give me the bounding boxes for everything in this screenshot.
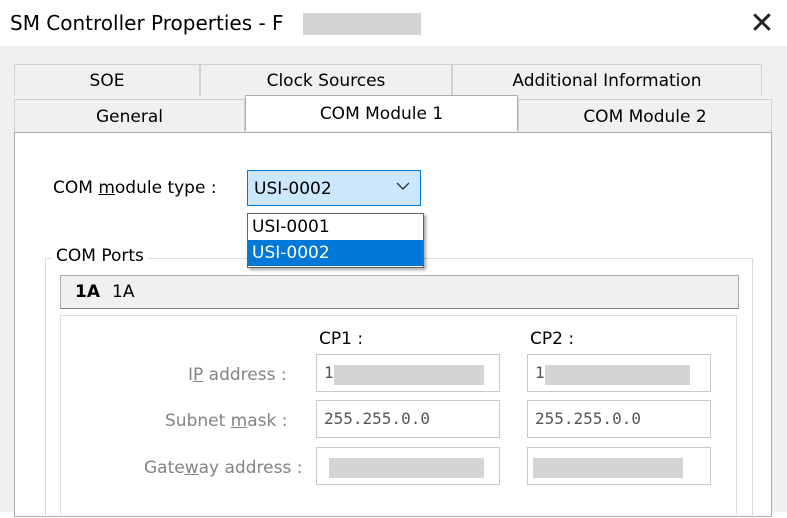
tab-row-front: General COM Module 1 COM Module 2 bbox=[14, 95, 772, 133]
label-part: odule type : bbox=[114, 178, 217, 198]
cp1-header: CP1 : bbox=[319, 329, 364, 349]
cp1-ip-address-field[interactable]: 1 bbox=[316, 354, 500, 392]
redacted-block bbox=[329, 458, 484, 478]
port-tab-1a[interactable]: 1A 1A bbox=[60, 275, 739, 309]
label-mnemonic: m bbox=[98, 178, 115, 198]
field-value: 1 bbox=[324, 363, 334, 382]
label-mnemonic: m bbox=[230, 411, 248, 431]
cp1-gateway-address-field[interactable] bbox=[316, 447, 500, 485]
close-button[interactable]: ✕ bbox=[737, 0, 787, 46]
com-ports-group-title: COM Ports bbox=[52, 246, 148, 266]
port-tab-bold-label: 1A bbox=[75, 282, 100, 302]
ip-address-label: IP address : bbox=[188, 365, 287, 385]
field-value: 255.255.0.0 bbox=[324, 409, 430, 428]
window-title: SM Controller Properties - F bbox=[10, 11, 284, 35]
com-module-type-select[interactable]: USI-0002 bbox=[247, 170, 421, 206]
selected-value: USI-0002 bbox=[254, 179, 332, 199]
redacted-block bbox=[334, 365, 484, 385]
close-icon: ✕ bbox=[749, 5, 775, 41]
redacted-block bbox=[545, 365, 690, 385]
tab-row-back: SOE Clock Sources Additional Information bbox=[14, 64, 762, 96]
cp2-ip-address-field[interactable]: 1 bbox=[527, 354, 711, 392]
tab-label: General bbox=[96, 106, 163, 127]
tab-com-module-1[interactable]: COM Module 1 bbox=[245, 95, 518, 131]
label-mnemonic: w bbox=[184, 458, 199, 478]
dropdown-option-usi-0002[interactable]: USI-0002 bbox=[248, 240, 423, 266]
label-part: Subnet bbox=[165, 411, 231, 431]
title-bar: SM Controller Properties - F ✕ bbox=[0, 0, 787, 46]
tab-com-module-2[interactable]: COM Module 2 bbox=[518, 99, 772, 133]
chevron-down-icon bbox=[396, 182, 410, 190]
com-module-type-label: COM module type : bbox=[53, 178, 217, 198]
field-value: 255.255.0.0 bbox=[535, 409, 641, 428]
tab-clock-sources[interactable]: Clock Sources bbox=[200, 64, 452, 96]
cp2-subnet-mask-field[interactable]: 255.255.0.0 bbox=[527, 400, 711, 438]
properties-dialog: SM Controller Properties - F ✕ SOE Clock… bbox=[0, 0, 787, 518]
tab-soe[interactable]: SOE bbox=[14, 64, 200, 96]
tab-label: COM Module 1 bbox=[319, 103, 444, 124]
tab-label: Additional Information bbox=[512, 70, 702, 91]
cp2-gateway-address-field[interactable] bbox=[527, 447, 711, 485]
redacted-block bbox=[533, 458, 683, 478]
tab-additional-information[interactable]: Additional Information bbox=[452, 64, 762, 96]
label-part: ask : bbox=[247, 411, 288, 431]
cp1-subnet-mask-field[interactable]: 255.255.0.0 bbox=[316, 400, 500, 438]
subnet-mask-label: Subnet mask : bbox=[165, 411, 288, 431]
gateway-address-label: Gateway address : bbox=[144, 458, 302, 478]
tab-general[interactable]: General bbox=[14, 99, 245, 133]
label-part: Gate bbox=[144, 458, 185, 478]
tab-label: SOE bbox=[89, 70, 125, 91]
port-tab-label: 1A bbox=[112, 282, 135, 302]
label-part: address : bbox=[203, 365, 287, 385]
tab-label: Clock Sources bbox=[266, 70, 386, 91]
label-part: ay address : bbox=[198, 458, 303, 478]
redacted-block bbox=[303, 13, 421, 35]
field-value: 1 bbox=[535, 363, 545, 382]
label-part: COM bbox=[53, 178, 99, 198]
cp2-header: CP2 : bbox=[530, 329, 575, 349]
dropdown-option-usi-0001[interactable]: USI-0001 bbox=[248, 214, 423, 240]
tab-label: COM Module 2 bbox=[583, 106, 707, 127]
com-module-type-dropdown: USI-0001 USI-0002 bbox=[247, 213, 424, 268]
label-mnemonic: P bbox=[193, 365, 204, 385]
